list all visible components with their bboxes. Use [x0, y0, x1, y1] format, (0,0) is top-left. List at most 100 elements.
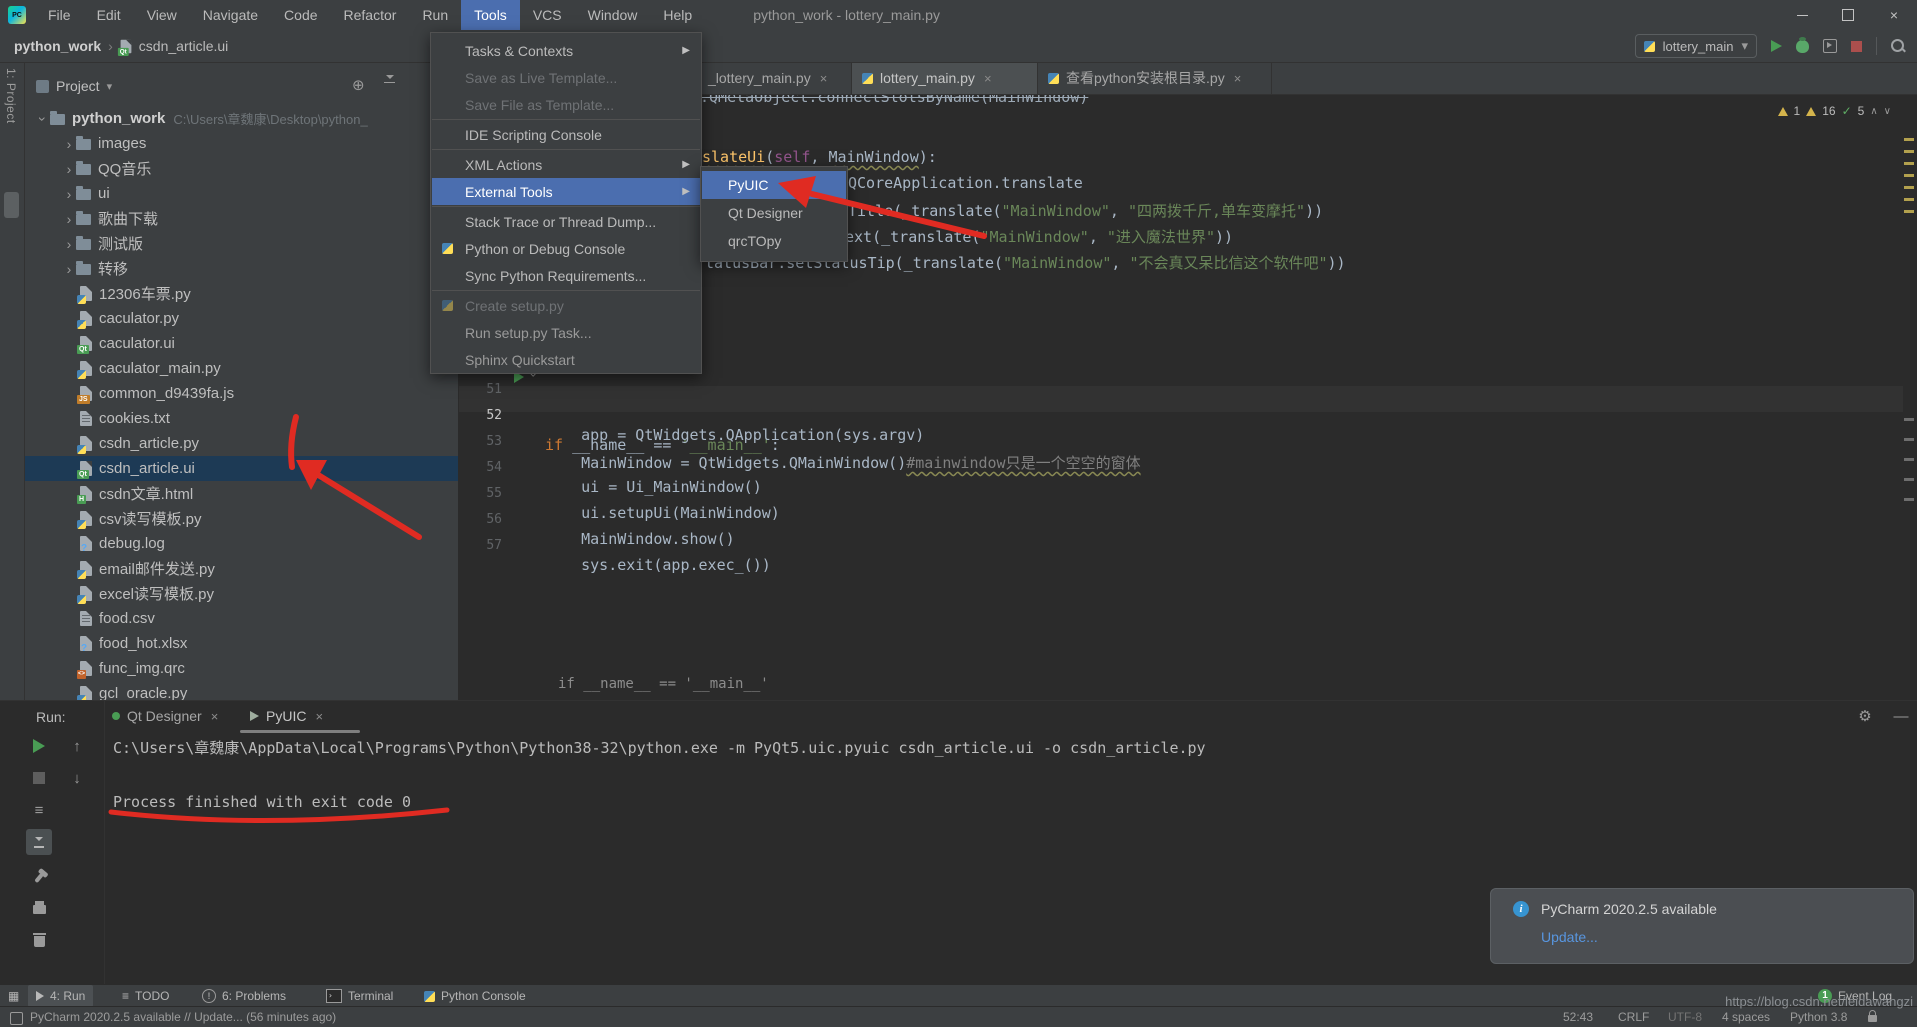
tab-close-icon[interactable]: ×	[820, 71, 828, 86]
toolwindow-project-button[interactable]: 1: Project	[4, 68, 18, 124]
tree-item-folder[interactable]: ›ui	[24, 181, 458, 206]
menu-help[interactable]: Help	[650, 0, 705, 30]
pin-icon[interactable]	[30, 869, 48, 887]
tree-item-folder[interactable]: ›QQ音乐	[24, 156, 458, 181]
bookmark-icon[interactable]	[4, 192, 19, 218]
menu-vcs[interactable]: VCS	[520, 0, 575, 30]
tree-item-file[interactable]: caculator.ui	[24, 331, 458, 356]
run-button[interactable]	[1771, 40, 1782, 52]
up-stack-icon[interactable]: ↑	[68, 737, 86, 755]
tree-item-file[interactable]: caculator_main.py	[24, 356, 458, 381]
gear-icon[interactable]: ⚙	[1856, 707, 1874, 725]
tree-item-file[interactable]: food.csv	[24, 606, 458, 631]
run-tab-pyuic-selected[interactable]: PyUIC ×	[250, 703, 323, 729]
chevron-right-icon[interactable]: ›	[62, 211, 76, 227]
encoding-indicator[interactable]: UTF-8	[1668, 1010, 1702, 1024]
tree-item-file[interactable]: func_img.qrc	[24, 656, 458, 681]
close-button[interactable]: ×	[1871, 0, 1917, 30]
editor-tab[interactable]: 查看python安装根目录.py ×	[1038, 62, 1272, 94]
coverage-button[interactable]	[1823, 39, 1837, 53]
menu-item-xml-actions[interactable]: XML Actions▶	[432, 151, 700, 178]
tree-item-folder[interactable]: ›测试版	[24, 231, 458, 256]
indent-indicator[interactable]: 4 spaces	[1722, 1010, 1770, 1024]
tab-close-icon[interactable]: ×	[211, 709, 219, 724]
tree-item-file[interactable]: 12306车票.py	[24, 281, 458, 306]
menu-file[interactable]: File	[35, 0, 84, 30]
interpreter-indicator[interactable]: Python 3.8	[1790, 1010, 1847, 1024]
caret-position[interactable]: 52:43	[1563, 1010, 1593, 1024]
menu-code[interactable]: Code	[271, 0, 330, 30]
editor-tab-selected[interactable]: lottery_main.py ×	[852, 62, 1038, 94]
menu-navigate[interactable]: Navigate	[190, 0, 271, 30]
chevron-up-icon[interactable]: ∧	[1870, 106, 1877, 117]
submenu-item-pyuic[interactable]: PyUIC	[702, 171, 846, 199]
toolwindow-python-console-button[interactable]: Python Console	[424, 985, 526, 1007]
chevron-expanded-icon[interactable]: ›	[35, 112, 51, 126]
status-message[interactable]: PyCharm 2020.2.5 available // Update... …	[30, 1010, 336, 1024]
line-ending-indicator[interactable]: CRLF	[1618, 1010, 1649, 1024]
tree-item-folder[interactable]: ›转移	[24, 256, 458, 281]
tree-item-folder[interactable]: ›images	[24, 131, 458, 156]
tree-item-file[interactable]: common_d9439fa.js	[24, 381, 458, 406]
chevron-right-icon[interactable]: ›	[62, 261, 76, 277]
project-panel-header[interactable]: Project ▾	[36, 78, 112, 94]
tree-item-file[interactable]: gcl_oracle.py	[24, 681, 458, 700]
toolwindow-run-button[interactable]: 4: Run	[28, 985, 93, 1007]
run-config-selector[interactable]: lottery_main ▾	[1635, 34, 1757, 58]
clear-console-icon[interactable]	[30, 931, 48, 949]
tree-item-file[interactable]: email邮件发送.py	[24, 556, 458, 581]
minimize-button[interactable]	[1779, 0, 1825, 30]
tree-item-file[interactable]: csv读写模板.py	[24, 506, 458, 531]
status-icon[interactable]	[10, 1012, 23, 1025]
chevron-down-icon[interactable]: ∨	[1884, 106, 1891, 117]
menu-item-sync-requirements[interactable]: Sync Python Requirements...	[432, 262, 700, 289]
print-icon[interactable]	[30, 899, 48, 917]
chevron-right-icon[interactable]: ›	[62, 136, 76, 152]
tree-item-file[interactable]: excel读写模板.py	[24, 581, 458, 606]
breadcrumb-scope[interactable]: if __name__ == '__main__'	[558, 676, 769, 692]
lock-icon[interactable]	[1868, 1015, 1877, 1022]
editor-tab[interactable]: _lottery_main.py ×	[680, 62, 852, 94]
tab-close-icon[interactable]: ×	[315, 709, 323, 724]
tree-item-file[interactable]: csdn_article.py	[24, 431, 458, 456]
breadcrumb-project[interactable]: python_work	[14, 38, 101, 54]
breadcrumb-file[interactable]: csdn_article.ui	[139, 38, 229, 54]
menu-item-python-debug-console[interactable]: Python or Debug Console	[432, 235, 700, 262]
submenu-item-qt-designer[interactable]: Qt Designer	[702, 199, 846, 227]
run-tab-qt-designer[interactable]: Qt Designer ×	[112, 703, 218, 729]
menu-run[interactable]: Run	[409, 0, 461, 30]
submenu-item-qrctopy[interactable]: qrcTOpy	[702, 227, 846, 255]
rerun-button[interactable]	[30, 737, 48, 755]
chevron-right-icon[interactable]: ›	[62, 161, 76, 177]
hide-panel-icon[interactable]: —	[1892, 707, 1910, 725]
down-stack-icon[interactable]: ↓	[68, 769, 86, 787]
chevron-right-icon[interactable]: ›	[62, 236, 76, 252]
menu-view[interactable]: View	[134, 0, 190, 30]
tree-item-folder[interactable]: ›歌曲下载	[24, 206, 458, 231]
window-switcher-icon[interactable]: ▦	[8, 985, 19, 1007]
menu-item-tasks-contexts[interactable]: Tasks & Contexts▶	[432, 37, 700, 64]
menu-item-stack-trace[interactable]: Stack Trace or Thread Dump...	[432, 208, 700, 235]
menu-edit[interactable]: Edit	[84, 0, 134, 30]
soft-wrap-icon[interactable]: ≡	[30, 801, 48, 819]
scroll-to-end-button[interactable]	[26, 829, 52, 855]
update-link[interactable]: Update...	[1541, 929, 1598, 945]
tree-root[interactable]: › python_work C:\Users\章魏康\Desktop\pytho…	[24, 106, 458, 131]
stop-button-disabled[interactable]	[30, 769, 48, 787]
menu-item-external-tools[interactable]: External Tools▶	[432, 178, 700, 205]
collapse-all-icon[interactable]	[383, 76, 396, 89]
menu-item-sphinx-quickstart[interactable]: Sphinx Quickstart	[432, 346, 700, 373]
search-icon[interactable]	[1891, 39, 1905, 53]
toolwindow-todo-button[interactable]: ≡ TODO	[122, 985, 169, 1007]
tree-item-file[interactable]: cookies.txt	[24, 406, 458, 431]
tab-close-icon[interactable]: ×	[1234, 71, 1242, 86]
notification-balloon[interactable]: i PyCharm 2020.2.5 available Update...	[1490, 888, 1914, 964]
chevron-right-icon[interactable]: ›	[62, 186, 76, 202]
maximize-button[interactable]	[1825, 0, 1871, 30]
tree-item-file[interactable]: csdn文章.html	[24, 481, 458, 506]
menu-item-run-setup-task[interactable]: Run setup.py Task...	[432, 319, 700, 346]
debug-button[interactable]	[1796, 40, 1809, 53]
tree-item-file[interactable]: debug.log	[24, 531, 458, 556]
tab-close-icon[interactable]: ×	[984, 71, 992, 86]
menu-tools[interactable]: Tools	[461, 0, 520, 30]
